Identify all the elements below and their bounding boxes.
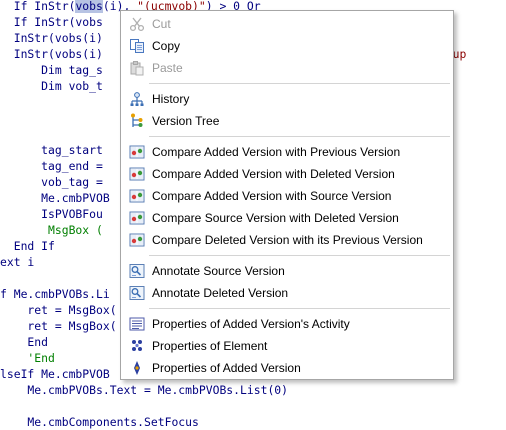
menu-separator <box>149 308 450 309</box>
menu-item-label: Properties of Added Version <box>152 361 301 375</box>
code-token: End If <box>0 239 55 253</box>
code-line: lseIf Me.cmbPVOB <box>0 366 110 382</box>
code-token: If InStr(vobs <box>0 15 103 29</box>
code-line: Me.cmbPVOB <box>0 190 110 206</box>
menu-item-label: Annotate Source Version <box>152 264 285 278</box>
menu-item-paste: Paste <box>122 57 452 79</box>
menu-separator <box>149 136 450 137</box>
menu-item-copy[interactable]: Copy <box>122 35 452 57</box>
paste-icon <box>129 60 145 76</box>
context-menu: Cut Copy Paste History Version Tree Compare A… <box>120 10 454 380</box>
code-token: vob_tag = <box>0 175 103 189</box>
menu-item-annotate-deleted[interactable]: Annotate Deleted Version <box>122 282 452 304</box>
code-token: Me.cmbPVOBs.Text = Me.cmbPVOBs.List(0) <box>0 383 289 397</box>
menu-item-label: Compare Source Version with Deleted Vers… <box>152 211 399 225</box>
code-line: tag_start <box>0 142 103 158</box>
code-token: InStr(vobs(i) <box>0 31 103 45</box>
code-line: ext i <box>0 254 34 270</box>
code-line: Me.cmbPVOBs.Text = Me.cmbPVOBs.List(0) <box>0 382 288 398</box>
menu-item-compare-added-deleted[interactable]: Compare Added Version with Deleted Versi… <box>122 163 452 185</box>
menu-item-compare-added-previous[interactable]: Compare Added Version with Previous Vers… <box>122 141 452 163</box>
compare-icon <box>129 232 145 248</box>
code-line: Dim tag_s <box>0 62 103 78</box>
menu-item-cut: Cut <box>122 13 452 35</box>
menu-item-version-tree[interactable]: Version Tree <box>122 110 452 132</box>
compare-icon <box>129 144 145 160</box>
code-line: tag_end = <box>0 158 103 174</box>
element-properties-icon <box>129 338 145 354</box>
scissors-icon <box>129 16 145 32</box>
code-token: Me.cmbComponents.SetFocus <box>0 415 199 429</box>
selected-text: vobs <box>75 0 103 13</box>
code-token: f Me.cmbPVOBs.Li <box>0 287 110 301</box>
menu-item-label: Paste <box>152 61 183 75</box>
menu-item-label: Compare Deleted Version with its Previou… <box>152 233 423 247</box>
code-token: IsPVOBFou <box>0 207 103 221</box>
menu-item-props-activity[interactable]: Properties of Added Version's Activity <box>122 313 452 335</box>
menu-item-label: Version Tree <box>152 114 220 128</box>
code-line: End If <box>0 238 55 254</box>
menu-item-history[interactable]: History <box>122 88 452 110</box>
code-token: tag_start <box>0 143 103 157</box>
compare-icon <box>129 188 145 204</box>
menu-item-label: Compare Added Version with Previous Vers… <box>152 145 401 159</box>
menu-item-label: History <box>152 92 190 106</box>
code-line: End <box>0 334 48 350</box>
code-line: IsPVOBFou <box>0 206 103 222</box>
menu-item-annotate-source[interactable]: Annotate Source Version <box>122 260 452 282</box>
activity-properties-icon <box>129 316 145 332</box>
copy-icon <box>129 38 145 54</box>
code-line: If InStr(vobs <box>0 14 103 30</box>
code-line: InStr(vobs(i) <box>0 30 103 46</box>
compare-icon <box>129 166 145 182</box>
code-token: InStr(vobs(i) <box>0 47 103 61</box>
version-tree-icon <box>129 113 145 129</box>
compare-icon <box>129 210 145 226</box>
code-token: tag_end = <box>0 159 103 173</box>
code-token: ret = MsgBox( <box>0 303 117 317</box>
menu-item-props-version[interactable]: Properties of Added Version <box>122 357 452 379</box>
menu-item-props-element[interactable]: Properties of Element <box>122 335 452 357</box>
code-line: Dim vob_t <box>0 78 103 94</box>
code-token: Dim vob_t <box>0 79 103 93</box>
history-icon <box>129 91 145 107</box>
code-token: 'End <box>0 351 55 365</box>
menu-separator <box>149 83 450 84</box>
code-line: Me.cmbComponents.SetFocus <box>0 414 199 430</box>
annotate-icon <box>129 263 145 279</box>
version-properties-icon <box>129 360 145 376</box>
menu-item-label: Copy <box>152 39 181 53</box>
menu-item-label: Properties of Added Version's Activity <box>152 317 350 331</box>
code-token: MsgBox ( <box>0 223 103 237</box>
code-token: ret = MsgBox( <box>0 319 117 333</box>
menu-item-compare-deleted-previous[interactable]: Compare Deleted Version with its Previou… <box>122 229 452 251</box>
menu-separator <box>149 255 450 256</box>
code-token: Dim tag_s <box>0 63 103 77</box>
menu-item-label: Properties of Element <box>152 339 268 353</box>
code-token: End <box>0 335 49 349</box>
code-line: 'End <box>0 350 55 366</box>
code-token: If InStr( <box>0 0 76 13</box>
code-token: Me.cmbPVOB <box>0 191 110 205</box>
code-line: MsgBox ( <box>0 222 103 238</box>
menu-item-label: Compare Added Version with Deleted Versi… <box>152 167 395 181</box>
code-token: ext i <box>0 255 35 269</box>
menu-item-label: Compare Added Version with Source Versio… <box>152 189 392 203</box>
menu-item-compare-source-deleted[interactable]: Compare Source Version with Deleted Vers… <box>122 207 452 229</box>
code-token: lseIf Me.cmbPVOB <box>0 367 110 381</box>
menu-item-label: Cut <box>152 17 171 31</box>
annotate-icon <box>129 285 145 301</box>
menu-item-compare-added-source[interactable]: Compare Added Version with Source Versio… <box>122 185 452 207</box>
menu-item-label: Annotate Deleted Version <box>152 286 289 300</box>
